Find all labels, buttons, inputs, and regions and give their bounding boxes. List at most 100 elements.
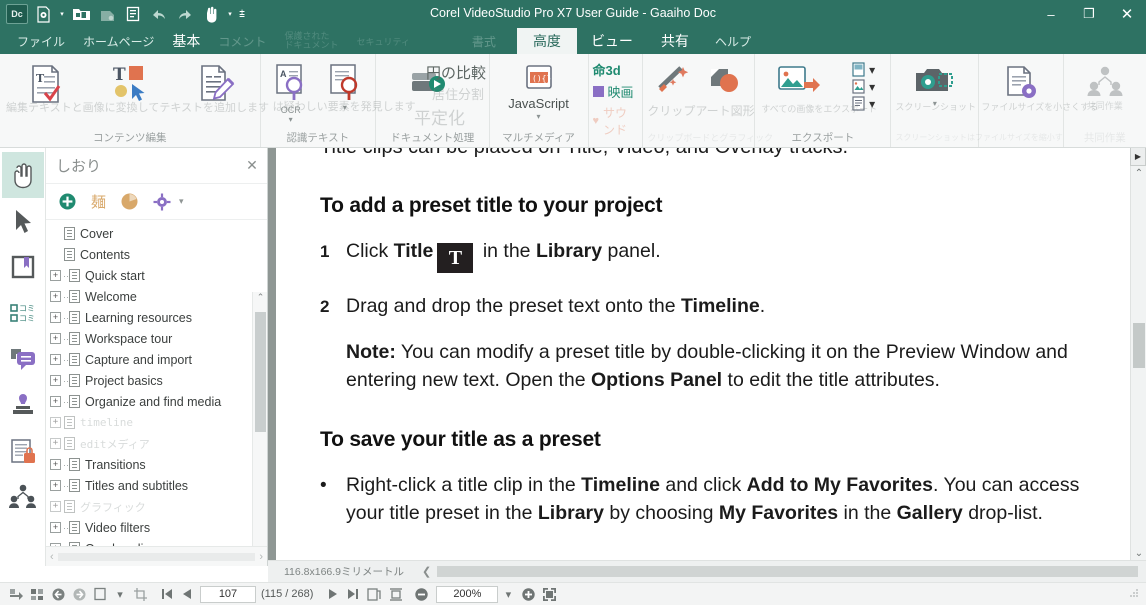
menu-format[interactable]: 書式: [463, 28, 505, 54]
comment-list-tool[interactable]: コミ コミ: [2, 290, 44, 336]
edit-text-image-button[interactable]: T: [104, 61, 156, 103]
print-icon[interactable]: [120, 2, 146, 26]
expand-icon[interactable]: +: [50, 501, 61, 512]
menu-homepage[interactable]: ホームページ: [74, 28, 163, 54]
menu-view[interactable]: ビュー: [577, 28, 647, 54]
first-page-icon[interactable]: [157, 583, 177, 605]
shapes-button[interactable]: [701, 61, 749, 97]
hand-caret-icon[interactable]: ▾: [224, 2, 236, 26]
expand-icon[interactable]: +: [50, 438, 61, 449]
clipart-button[interactable]: [649, 61, 697, 97]
screenshot-caret-icon[interactable]: ▾: [933, 100, 937, 108]
comment-tool[interactable]: [2, 336, 44, 382]
export-page-caret-icon[interactable]: ▾: [869, 63, 875, 77]
stamp-tool[interactable]: [2, 382, 44, 428]
expand-icon[interactable]: +: [50, 354, 61, 365]
noodle-icon[interactable]: 麺: [91, 191, 106, 212]
app-logo[interactable]: Dc: [4, 2, 30, 26]
menu-comment[interactable]: コメント: [209, 28, 275, 54]
settings-gear-icon[interactable]: [153, 193, 171, 211]
fit-page-icon[interactable]: [6, 583, 27, 605]
expand-icon[interactable]: +: [50, 396, 61, 407]
javascript-button[interactable]: (){} JavaScript ▾: [504, 61, 573, 120]
menu-share[interactable]: 共有: [647, 28, 703, 54]
bookmark-label[interactable]: timeline: [80, 416, 133, 429]
bookmark-label[interactable]: Transitions: [85, 458, 146, 472]
single-page-icon[interactable]: [90, 583, 110, 605]
expand-icon[interactable]: +: [50, 459, 61, 470]
add-text-button[interactable]: [188, 61, 240, 105]
menu-security[interactable]: セキュリティ: [347, 28, 418, 54]
ocr-suspect-caret-icon[interactable]: ▾: [343, 104, 347, 112]
scroll-track[interactable]: [57, 552, 256, 561]
ocr-suspect-button[interactable]: ▾: [320, 61, 370, 112]
collapse-icon[interactable]: ❮: [422, 565, 431, 578]
menu-advanced[interactable]: 高度: [516, 28, 577, 54]
customize-qat-icon[interactable]: ⩲: [236, 2, 248, 26]
add-bookmark-icon[interactable]: [58, 192, 77, 211]
screenshot-button[interactable]: ▾: [909, 63, 961, 108]
document-vertical-scrollbar[interactable]: ▶ ⌃ ⌄: [1130, 148, 1146, 566]
bookmark-label[interactable]: Overlay clips: [85, 542, 157, 547]
hand-tool-icon[interactable]: [198, 2, 224, 26]
bookmark-label[interactable]: Quick start: [85, 269, 145, 283]
next-view-button[interactable]: ▶: [1130, 148, 1146, 166]
minimize-button[interactable]: –: [1032, 0, 1070, 28]
undo-icon[interactable]: [146, 2, 172, 26]
javascript-caret-icon[interactable]: ▾: [537, 112, 541, 120]
ocr-button[interactable]: A OCR ▾: [266, 61, 316, 124]
rotate-cw-icon[interactable]: [69, 583, 90, 605]
scroll-left-icon[interactable]: ‹: [50, 551, 54, 563]
hand-tool[interactable]: [1, 152, 44, 198]
close-button[interactable]: ✕: [1108, 0, 1146, 28]
redo-icon[interactable]: [172, 2, 198, 26]
reduce-filesize-button[interactable]: [996, 63, 1046, 103]
export-text-caret-icon[interactable]: ▾: [869, 97, 875, 111]
scroll-thumb[interactable]: [1133, 323, 1145, 368]
bookmark-label[interactable]: Workspace tour: [85, 332, 172, 346]
document-viewport[interactable]: Title clips can be placed on Title, Vide…: [268, 148, 1146, 566]
maximize-button[interactable]: ❐: [1070, 0, 1108, 28]
bookmark-tree[interactable]: Cover Contents + ·· Quick start + ·· Welcome…: [46, 220, 267, 546]
expand-icon[interactable]: +: [50, 522, 61, 533]
expand-icon[interactable]: +: [50, 312, 61, 323]
new-doc-icon[interactable]: [30, 2, 56, 26]
zoom-level-input[interactable]: 200%: [436, 585, 499, 603]
bookmark-horizontal-scrollbar[interactable]: ‹ ›: [46, 546, 267, 566]
export-all-images-button[interactable]: [771, 61, 827, 101]
scroll-thumb[interactable]: [255, 312, 266, 432]
zoom-caret-icon[interactable]: ▾: [498, 583, 518, 605]
page-number-input[interactable]: 107: [200, 585, 256, 603]
collaborate-tool[interactable]: [2, 474, 44, 520]
bookmark-label[interactable]: editメディア: [80, 436, 150, 452]
menu-basic[interactable]: 基本: [163, 28, 209, 54]
menu-file[interactable]: ファイル: [8, 28, 74, 54]
open-folder-icon[interactable]: [68, 2, 94, 26]
scroll-up-icon[interactable]: ⌃: [253, 292, 267, 308]
rotate-ccw-icon[interactable]: [48, 583, 69, 605]
secure-doc-tool[interactable]: [2, 428, 44, 474]
page-layout-icon[interactable]: [27, 583, 48, 605]
expand-icon[interactable]: +: [50, 291, 61, 302]
horizontal-scroll-track[interactable]: [437, 566, 1138, 577]
bookmark-vertical-scrollbar[interactable]: ⌃ ⌄: [252, 292, 267, 546]
resize-grip[interactable]: [1128, 587, 1142, 601]
export-page-button[interactable]: ▾: [851, 62, 875, 78]
fit-width-icon[interactable]: [363, 583, 385, 605]
save-icon[interactable]: [94, 2, 120, 26]
expand-icon[interactable]: +: [50, 333, 61, 344]
close-icon[interactable]: ✕: [243, 157, 261, 174]
bookmark-label[interactable]: Video filters: [85, 521, 150, 535]
expand-icon[interactable]: +: [50, 417, 61, 428]
editable-pdf-button[interactable]: T: [19, 61, 71, 105]
new-doc-caret-icon[interactable]: ▾: [56, 2, 68, 26]
compare-button[interactable]: [404, 63, 460, 99]
scroll-right-icon[interactable]: ›: [259, 551, 263, 563]
expand-icon[interactable]: +: [50, 543, 61, 546]
select-tool[interactable]: [2, 198, 44, 244]
bookmark-label[interactable]: Contents: [80, 248, 130, 262]
movie-button[interactable]: 映画: [592, 82, 639, 101]
page-mode-caret-icon[interactable]: ▾: [110, 583, 130, 605]
expand-icon[interactable]: +: [50, 375, 61, 386]
menu-protected-document[interactable]: 保護された ドキュメント: [275, 28, 347, 54]
